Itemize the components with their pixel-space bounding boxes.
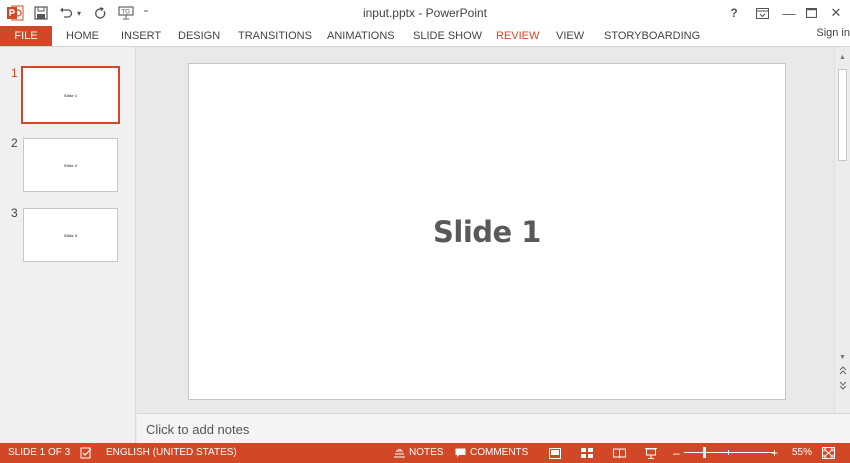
workspace: 1 Slide 1 2 Slide 2 3 Slide 3 Slide 1 ▲ … — [0, 47, 850, 443]
zoom-slider-thumb[interactable] — [703, 447, 706, 458]
tab-review[interactable]: REVIEW — [496, 26, 539, 46]
comments-label: COMMENTS — [470, 447, 529, 458]
normal-view-icon[interactable] — [549, 443, 561, 463]
notes-label: NOTES — [409, 447, 444, 458]
tab-animations[interactable]: ANIMATIONS — [327, 26, 395, 46]
slide-canvas[interactable]: Slide 1 — [188, 63, 786, 400]
notes-placeholder[interactable]: Click to add notes — [146, 422, 249, 437]
slide-thumbnail-1[interactable]: Slide 1 — [21, 66, 120, 124]
svg-text:TO: TO — [121, 9, 131, 16]
thumbnail-title: Slide 2 — [64, 162, 77, 168]
zoom-slider-track[interactable] — [684, 452, 774, 453]
slide-thumbnail-2[interactable]: Slide 2 — [23, 138, 118, 192]
scroll-up-icon[interactable]: ▲ — [835, 51, 850, 64]
thumbnail-title: Slide 3 — [64, 232, 77, 238]
tab-design[interactable]: DESIGN — [178, 26, 220, 46]
sign-in-link[interactable]: Sign in — [816, 27, 850, 39]
redo-icon[interactable] — [92, 5, 108, 21]
maximize-icon[interactable] — [799, 3, 823, 23]
tab-insert[interactable]: INSERT — [121, 26, 161, 46]
fit-to-window-icon[interactable] — [822, 443, 835, 463]
zoom-slider-midpoint — [728, 450, 729, 455]
title-bar: ▾ TO ⁼ input.pptx - PowerPoint ? — ✕ — [0, 0, 850, 26]
comments-toggle[interactable]: COMMENTS — [455, 443, 528, 463]
slide-show-view-icon[interactable] — [645, 443, 657, 463]
vertical-scrollbar[interactable]: ▲ ▼ — [834, 47, 850, 413]
customize-qat-icon[interactable]: ⁼ — [141, 5, 151, 21]
notes-pane[interactable]: Click to add notes — [137, 413, 850, 443]
tab-slide-show[interactable]: SLIDE SHOW — [413, 26, 482, 46]
powerpoint-logo-icon[interactable] — [6, 4, 24, 22]
tab-home[interactable]: HOME — [66, 26, 99, 46]
slide-thumbnail-pane: 1 Slide 1 2 Slide 2 3 Slide 3 — [0, 47, 136, 443]
thumbnail-number: 2 — [11, 136, 18, 150]
thumbnail-title: Slide 1 — [64, 92, 77, 98]
slide-thumbnail-3[interactable]: Slide 3 — [23, 208, 118, 262]
notes-toggle[interactable]: NOTES — [394, 443, 443, 463]
zoom-in-button[interactable]: + — [771, 443, 778, 463]
ribbon-display-options-icon[interactable] — [750, 3, 774, 23]
scrollbar-thumb[interactable] — [838, 69, 847, 161]
undo-icon[interactable] — [58, 5, 74, 21]
thumbnail-number: 1 — [11, 66, 18, 80]
spelling-check-icon[interactable] — [80, 443, 92, 463]
thumbnail-number: 3 — [11, 206, 18, 220]
help-button[interactable]: ? — [722, 3, 746, 23]
start-from-beginning-icon[interactable]: TO — [117, 5, 135, 21]
tab-transitions[interactable]: TRANSITIONS — [238, 26, 312, 46]
tab-view[interactable]: VIEW — [556, 26, 584, 46]
tab-storyboarding[interactable]: STORYBOARDING — [604, 26, 700, 46]
zoom-out-button[interactable]: – — [673, 443, 680, 463]
zoom-level[interactable]: 55% — [792, 443, 812, 463]
undo-dropdown-icon[interactable]: ▾ — [75, 5, 83, 21]
language-indicator[interactable]: ENGLISH (UNITED STATES) — [106, 443, 237, 463]
save-icon[interactable] — [33, 5, 49, 21]
comment-icon — [455, 448, 466, 458]
notes-icon — [394, 448, 405, 458]
status-bar: SLIDE 1 OF 3 ENGLISH (UNITED STATES) NOT… — [0, 443, 850, 463]
ribbon-tabs: FILE HOME INSERT DESIGN TRANSITIONS ANIM… — [0, 26, 850, 47]
slide-editing-pane: Slide 1 — [137, 47, 834, 413]
previous-slide-icon[interactable] — [835, 366, 850, 379]
next-slide-icon[interactable] — [835, 381, 850, 394]
slide-indicator[interactable]: SLIDE 1 OF 3 — [8, 443, 70, 463]
reading-view-icon[interactable] — [613, 443, 626, 463]
minimize-button[interactable]: — — [777, 3, 801, 23]
slide-sorter-icon[interactable] — [581, 443, 593, 463]
scroll-down-icon[interactable]: ▼ — [835, 351, 850, 364]
slide-title[interactable]: Slide 1 — [433, 215, 541, 249]
tab-file[interactable]: FILE — [0, 26, 52, 46]
close-button[interactable]: ✕ — [824, 3, 848, 23]
